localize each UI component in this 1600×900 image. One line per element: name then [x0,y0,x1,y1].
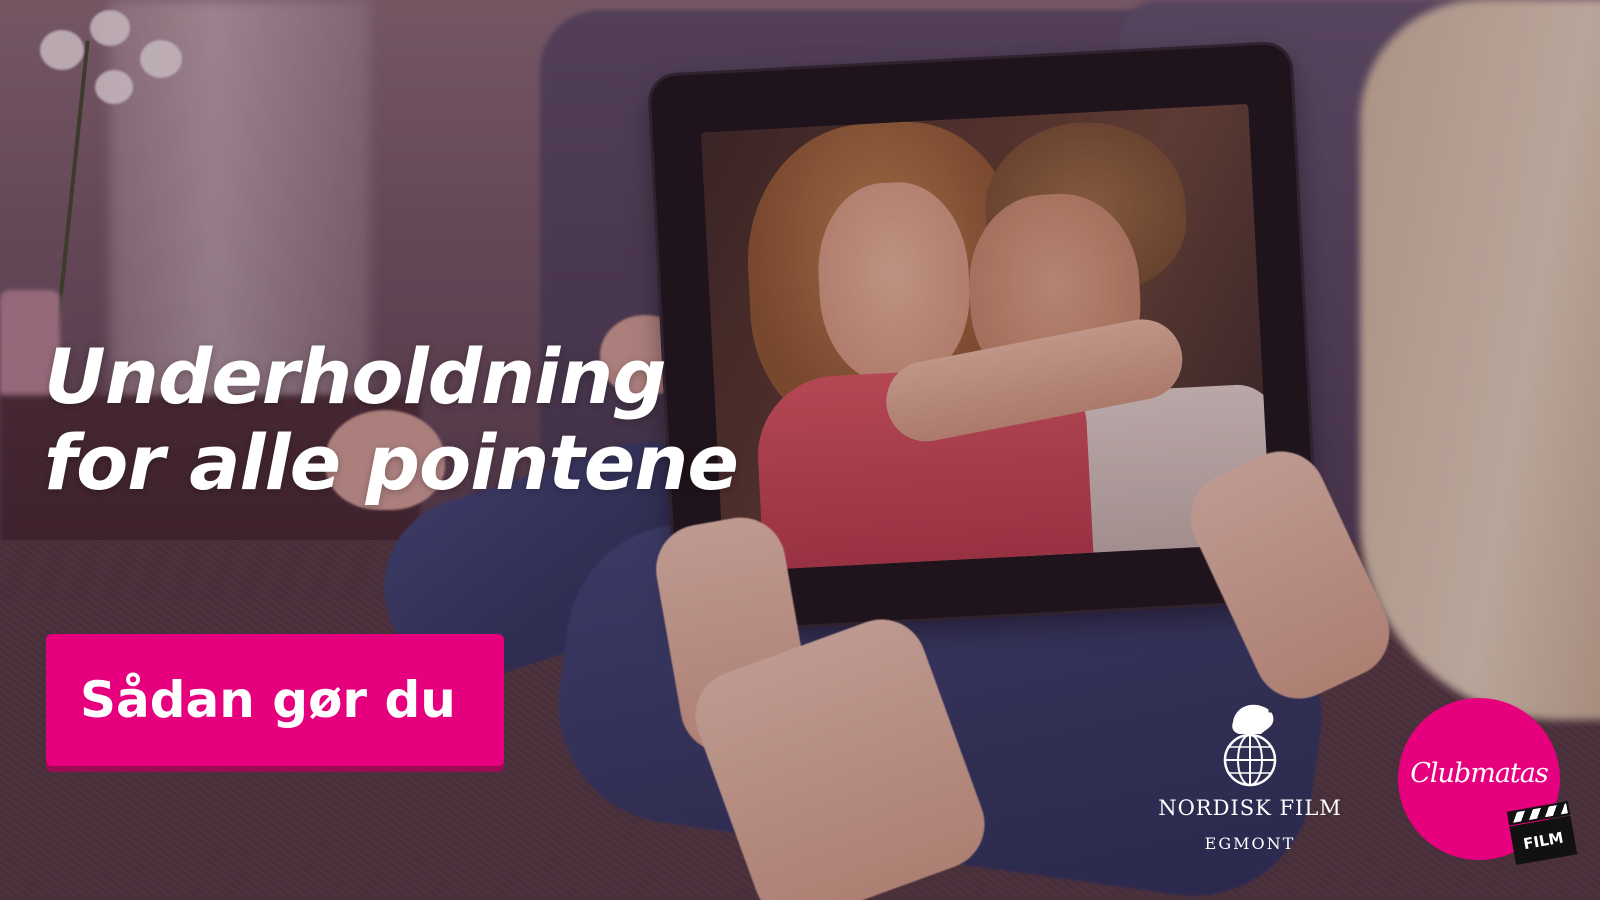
nordisk-film-sub: EGMONT [1204,834,1296,853]
club-matas-name: Clubmatas [1410,758,1548,789]
nordisk-film-logo: NORDISK FILM EGMONT [1140,700,1360,870]
polar-bear-globe-icon [1223,704,1277,787]
nordisk-film-name: NORDISK FILM [1158,796,1342,820]
club-matas-logo: Clubmatas FILM [1398,698,1578,865]
clapperboard-icon: FILM [1506,801,1578,865]
hero-banner: Underholdning for alle pointene Sådan gø… [0,0,1600,900]
how-to-button[interactable]: Sådan gør du [46,634,504,766]
headline-line-2: for alle pointene [44,418,739,507]
headline-line-1: Underholdning [44,332,667,421]
headline: Underholdning for alle pointene [44,334,904,506]
